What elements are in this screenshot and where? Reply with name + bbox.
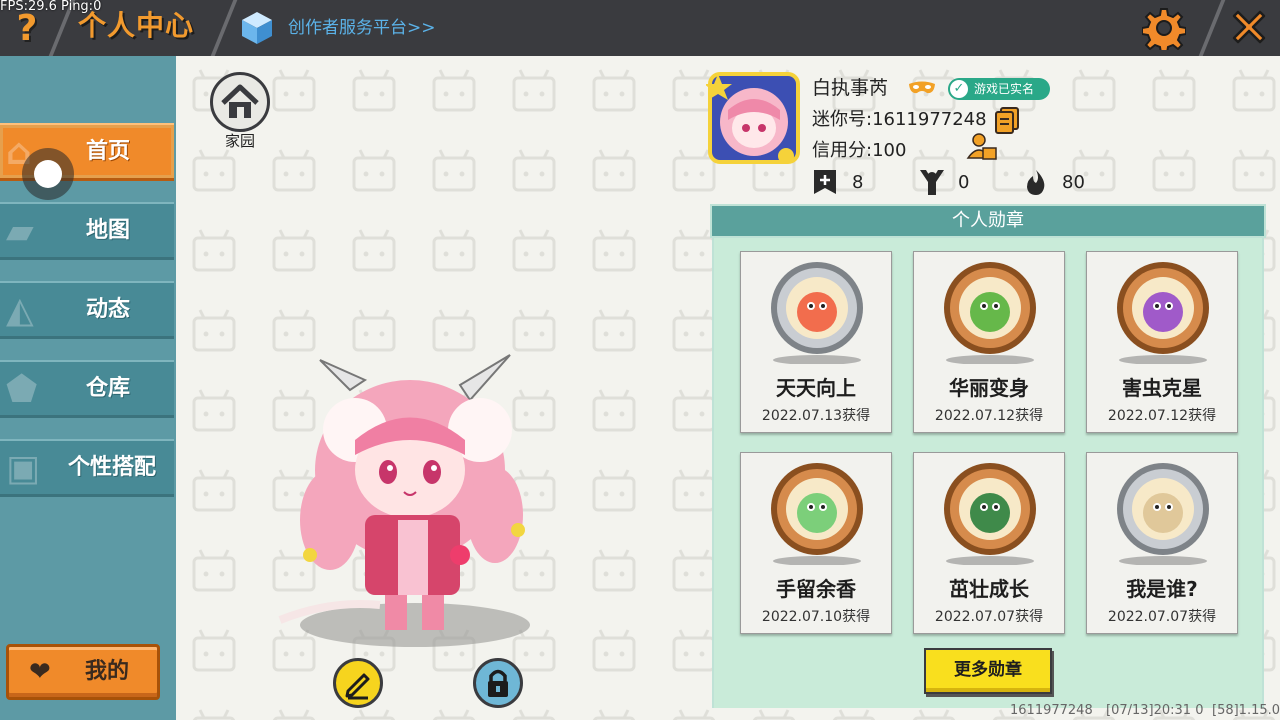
footer-version: [58]1.15.0 [1212,703,1280,718]
copy-icon[interactable] [994,106,1020,134]
badge-name: 害虫克星 [1122,376,1202,400]
badge-name: 我是谁? [1126,577,1198,601]
creator-platform-link[interactable]: 创作者服务平台>> [288,14,436,42]
sidebar-item-outfit[interactable]: ▣ 个性搭配 [0,439,174,497]
badge-date: 2022.07.07获得 [1107,609,1217,625]
lock-button[interactable] [473,658,523,708]
cheer-icon [920,170,944,195]
realname-badge: ✓ 游戏已实名 [948,78,1050,100]
sidebar-item-warehouse[interactable]: ⬟ 仓库 [0,360,174,418]
badge-name: 天天向上 [776,376,856,400]
pencil-icon [345,673,370,700]
credit-score: 信用分:100 [812,140,907,161]
badges-header: 个人勋章 [710,204,1266,238]
home-button[interactable] [210,72,270,132]
sidebar: ⌂ 首页 ▰ 地图 ◭ 动态 ⬟ 仓库 ▣ 个性搭配 [0,56,176,720]
badge-name: 华丽变身 [949,376,1029,400]
badge-date: 2022.07.12获得 [1107,408,1217,424]
mask-icon [909,81,935,94]
badge-date: 2022.07.07获得 [934,609,1044,625]
gear-icon[interactable] [1142,6,1186,50]
medal-icon [1117,463,1209,565]
divider [1198,0,1226,56]
divider [210,0,238,56]
edit-button[interactable] [333,658,383,708]
stat-value: 8 [852,172,864,193]
medal-icon [944,262,1036,364]
top-bar: ? 个人中心 创作者服务平台>> FPS:29.6 Ping:0 [0,0,1280,56]
fps-readout: FPS:29.6 Ping:0 [0,0,102,14]
badge-card[interactable]: 茁壮成长 2022.07.07获得 [913,452,1065,634]
badge-date: 2022.07.12获得 [934,408,1044,424]
badge-name: 茁壮成长 [949,577,1029,601]
medal-icon [771,463,863,565]
lock-icon [488,669,508,697]
sidebar-item-label: 仓库 [85,376,130,401]
mine-button[interactable]: ❤ 我的 [6,644,160,700]
footer-time: [07/13]20:31 0 [1106,703,1204,718]
footer-id: 1611977248 [1010,703,1093,718]
heart-icon: ❤ [29,657,51,687]
fire-icon [1027,170,1045,195]
close-icon[interactable] [1228,6,1270,48]
badge-name: 手留余香 [776,577,856,601]
profile-avatar[interactable] [706,70,802,166]
sidebar-item-label: 个性搭配 [67,455,156,480]
sidebar-item-label: 地图 [85,218,130,243]
home-label: 家园 [224,132,255,150]
nickname: 白执事芮 [812,77,889,99]
user-card-icon[interactable] [966,132,998,162]
badge-card[interactable]: 华丽变身 2022.07.12获得 [913,251,1065,433]
stat-value: 80 [1062,172,1085,193]
medal-icon [1117,262,1209,364]
mini-id: 迷你号:1611977248 [812,109,987,130]
more-badges-button[interactable]: 更多勋章 [924,648,1052,694]
stat-value: 0 [958,172,970,193]
house-icon [221,84,259,118]
realname-badge-label: 游戏已实名 [974,82,1035,96]
bookmark-plus-icon [814,170,836,194]
badge-card[interactable]: 我是谁? 2022.07.07获得 [1086,452,1238,634]
sidebar-item-feed[interactable]: ◭ 动态 [0,281,174,339]
sidebar-item-map[interactable]: ▰ 地图 [0,202,174,260]
mine-label: 我的 [85,659,130,684]
medal-icon [944,463,1036,565]
sidebar-item-label: 动态 [85,297,130,322]
badge-date: 2022.07.10获得 [761,609,871,625]
verified-user-icon: ✓ [950,80,968,98]
badge-card[interactable]: 手留余香 2022.07.10获得 [740,452,892,634]
badge-date: 2022.07.13获得 [761,408,871,424]
badge-card[interactable]: 害虫克星 2022.07.12获得 [1086,251,1238,433]
medal-icon [771,262,863,364]
character-avatar[interactable] [270,340,550,660]
badge-card[interactable]: 天天向上 2022.07.13获得 [740,251,892,433]
cube-icon[interactable] [240,10,274,46]
touch-indicator [22,148,74,200]
